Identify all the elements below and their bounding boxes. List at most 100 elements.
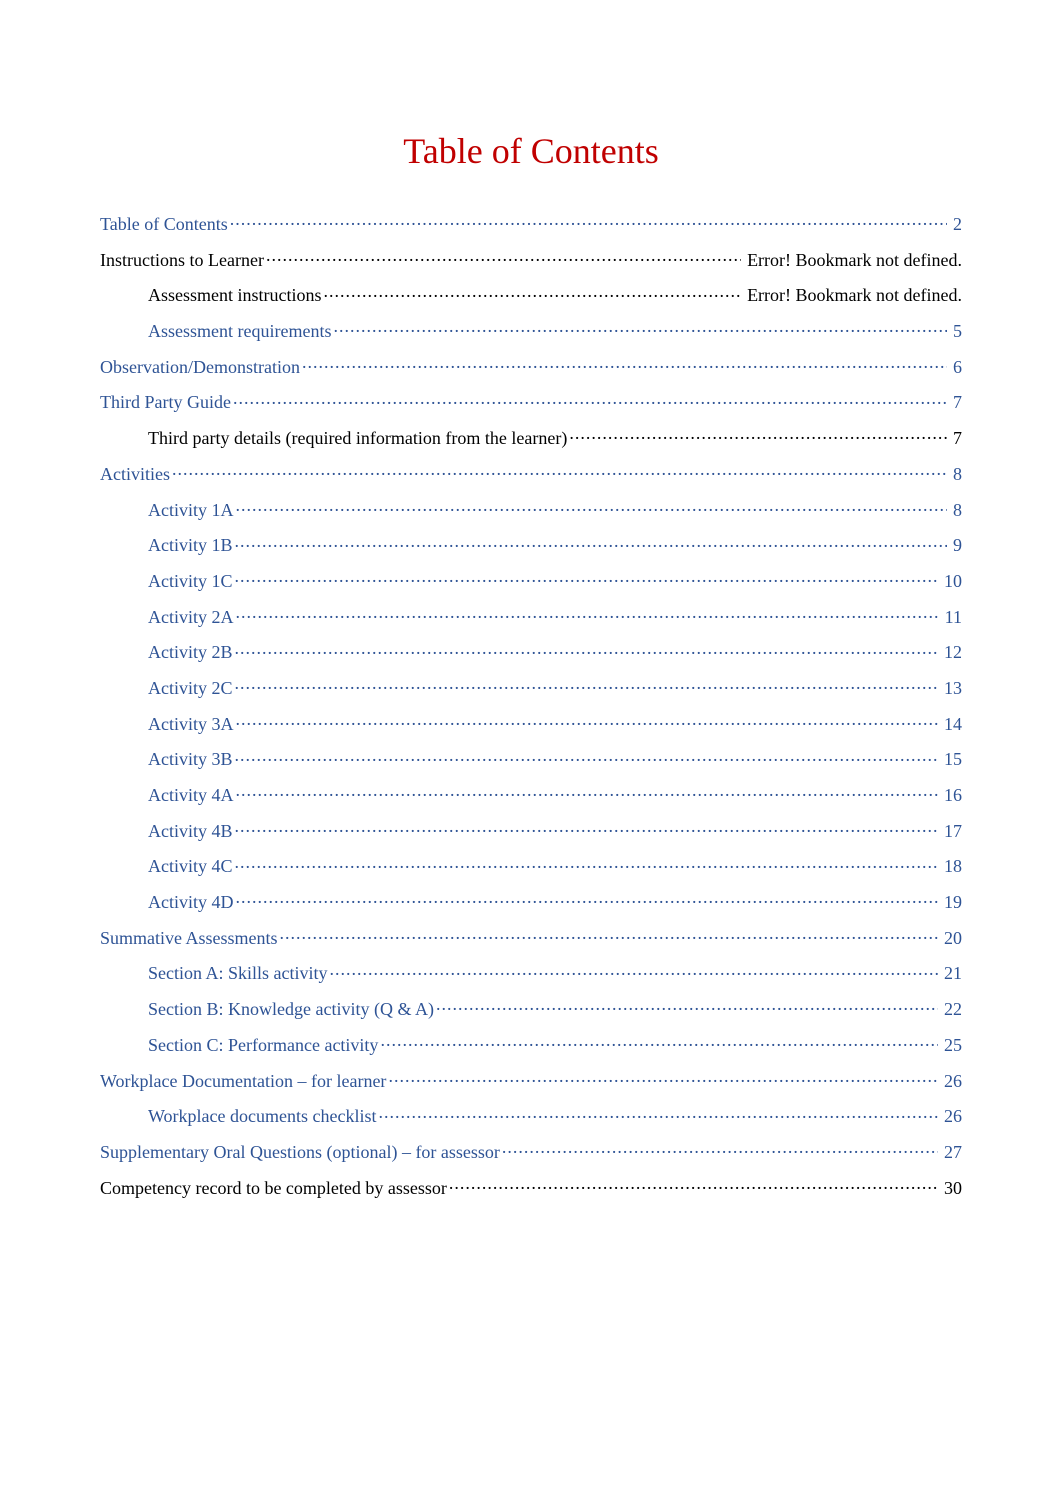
toc-entry-page: 26 xyxy=(940,1106,962,1127)
toc-entry[interactable]: Activity 1B9 xyxy=(100,533,962,556)
toc-leader-dots xyxy=(436,997,938,1015)
toc-leader-dots xyxy=(569,426,947,444)
toc-entry-label: Instructions to Learner xyxy=(100,250,264,271)
toc-entry-label[interactable]: Summative Assessments xyxy=(100,928,278,949)
toc-entry[interactable]: Activity 1C 10 xyxy=(100,569,962,592)
toc-entry-label[interactable]: Activity 4A xyxy=(148,785,234,806)
toc-entry[interactable]: Activity 2A 11 xyxy=(100,605,962,628)
toc-entry[interactable]: Assessment requirements5 xyxy=(100,319,962,342)
toc-entry-label[interactable]: Table of Contents xyxy=(100,214,228,235)
toc-entry-label[interactable]: Activity 4D xyxy=(148,892,234,913)
toc-entry-page: 16 xyxy=(940,785,962,806)
toc-leader-dots xyxy=(378,1104,938,1122)
toc-leader-dots xyxy=(235,533,948,551)
toc-entry[interactable]: Activity 2B12 xyxy=(100,640,962,663)
toc-entry-page: 25 xyxy=(940,1035,962,1056)
toc-entry-page: 27 xyxy=(940,1142,962,1163)
toc-entry-page: 14 xyxy=(940,714,962,735)
toc-entry-label[interactable]: Activities xyxy=(100,464,170,485)
toc-entry[interactable]: Supplementary Oral Questions (optional) … xyxy=(100,1140,962,1163)
toc-entry-page: 8 xyxy=(949,464,962,485)
toc-entry[interactable]: Activity 1A 8 xyxy=(100,498,962,521)
toc-leader-dots xyxy=(502,1140,938,1158)
toc-entry-label[interactable]: Workplace documents checklist xyxy=(148,1106,376,1127)
toc-entry-label[interactable]: Activity 1A xyxy=(148,500,234,521)
toc-entry[interactable]: Workplace documents checklist 26 xyxy=(100,1104,962,1127)
toc-entry-page: Error! Bookmark not defined. xyxy=(743,250,962,271)
toc-entry-page: 7 xyxy=(949,392,962,413)
toc-entry[interactable]: Observation/Demonstration 6 xyxy=(100,355,962,378)
toc-entry-page: 30 xyxy=(940,1178,962,1199)
toc-entry-label[interactable]: Activity 2C xyxy=(148,678,233,699)
toc-entry-label[interactable]: Activity 2A xyxy=(148,607,234,628)
toc-entry-label: Third party details (required informatio… xyxy=(148,428,567,449)
toc-leader-dots xyxy=(236,712,939,730)
toc-entry-label: Competency record to be completed by ass… xyxy=(100,1178,447,1199)
toc-entry[interactable]: Activity 4B 17 xyxy=(100,819,962,842)
toc-leader-dots xyxy=(380,1033,938,1051)
toc-entry-page: 6 xyxy=(949,357,962,378)
toc-entry-page: 7 xyxy=(949,428,962,449)
toc-entry-label[interactable]: Activity 1B xyxy=(148,535,233,556)
toc-entry-label[interactable]: Observation/Demonstration xyxy=(100,357,300,378)
toc-leader-dots xyxy=(236,890,939,908)
toc-entry-label[interactable]: Section C: Performance activity xyxy=(148,1035,378,1056)
toc-entry[interactable]: Activity 4D 19 xyxy=(100,890,962,913)
toc-entry-label[interactable]: Activity 1C xyxy=(148,571,233,592)
toc-entry[interactable]: Activity 4A 16 xyxy=(100,783,962,806)
toc-entry-label[interactable]: Activity 3A xyxy=(148,714,234,735)
toc-entry: Competency record to be completed by ass… xyxy=(100,1176,962,1199)
toc-leader-dots xyxy=(449,1176,938,1194)
toc-leader-dots xyxy=(333,319,947,337)
toc-entry[interactable]: Activity 3A 14 xyxy=(100,712,962,735)
toc-entry-label[interactable]: Activity 4B xyxy=(148,821,233,842)
page-title: Table of Contents xyxy=(100,130,962,172)
toc-entry-label[interactable]: Supplementary Oral Questions (optional) … xyxy=(100,1142,500,1163)
toc-entry-page: 13 xyxy=(940,678,962,699)
document-page: Table of Contents Table of Contents 2 Inst… xyxy=(0,0,1062,1506)
toc-entry-label: Assessment instructions xyxy=(148,285,322,306)
toc-entry-page: 2 xyxy=(949,214,962,235)
toc-entry-label[interactable]: Activity 4C xyxy=(148,856,233,877)
toc-entry-label[interactable]: Workplace Documentation – for learner xyxy=(100,1071,386,1092)
toc-entry-label[interactable]: Assessment requirements xyxy=(148,321,331,342)
toc-entry-page: 17 xyxy=(940,821,962,842)
toc-entry-label[interactable]: Activity 2B xyxy=(148,642,233,663)
toc-entry-page: 15 xyxy=(940,749,962,770)
toc-entry-label[interactable]: Activity 3B xyxy=(148,749,233,770)
toc-entry[interactable]: Section C: Performance activity 25 xyxy=(100,1033,962,1056)
toc-leader-dots xyxy=(235,640,939,658)
toc-entry-label[interactable]: Section B: Knowledge activity (Q & A) xyxy=(148,999,434,1020)
toc-entry[interactable]: Activity 4C 18 xyxy=(100,854,962,877)
toc-entry[interactable]: Summative Assessments20 xyxy=(100,926,962,949)
toc-entry[interactable]: Table of Contents 2 xyxy=(100,212,962,235)
toc-entry[interactable]: Section A: Skills activity 21 xyxy=(100,961,962,984)
toc-entry: Instructions to Learner Error! Bookmark n… xyxy=(100,248,962,271)
toc-leader-dots xyxy=(235,569,939,587)
toc-leader-dots xyxy=(236,498,948,516)
toc-leader-dots xyxy=(302,355,947,373)
table-of-contents: Table of Contents 2 Instructions to Learne… xyxy=(100,212,962,1198)
toc-entry-label[interactable]: Section A: Skills activity xyxy=(148,963,328,984)
toc-entry[interactable]: Activity 3B 15 xyxy=(100,747,962,770)
toc-entry-page: 19 xyxy=(940,892,962,913)
toc-leader-dots xyxy=(236,783,939,801)
toc-leader-dots xyxy=(236,605,939,623)
toc-leader-dots xyxy=(235,676,939,694)
toc-entry[interactable]: Activities 8 xyxy=(100,462,962,485)
toc-leader-dots xyxy=(266,248,741,266)
toc-entry-page: 18 xyxy=(940,856,962,877)
toc-entry[interactable]: Activity 2C 13 xyxy=(100,676,962,699)
toc-entry[interactable]: Workplace Documentation – for learner 26 xyxy=(100,1069,962,1092)
toc-entry-page: 11 xyxy=(941,607,962,628)
toc-entry-page: 8 xyxy=(949,500,962,521)
toc-entry-page: 10 xyxy=(940,571,962,592)
toc-entry[interactable]: Section B: Knowledge activity (Q & A)22 xyxy=(100,997,962,1020)
toc-leader-dots xyxy=(235,854,939,872)
toc-entry[interactable]: Third Party Guide 7 xyxy=(100,390,962,413)
toc-entry-page: 26 xyxy=(940,1071,962,1092)
toc-entry-label[interactable]: Third Party Guide xyxy=(100,392,231,413)
toc-entry-page: 21 xyxy=(940,963,962,984)
toc-entry-page: Error! Bookmark not defined. xyxy=(743,285,962,306)
toc-entry: Third party details (required informatio… xyxy=(100,426,962,449)
